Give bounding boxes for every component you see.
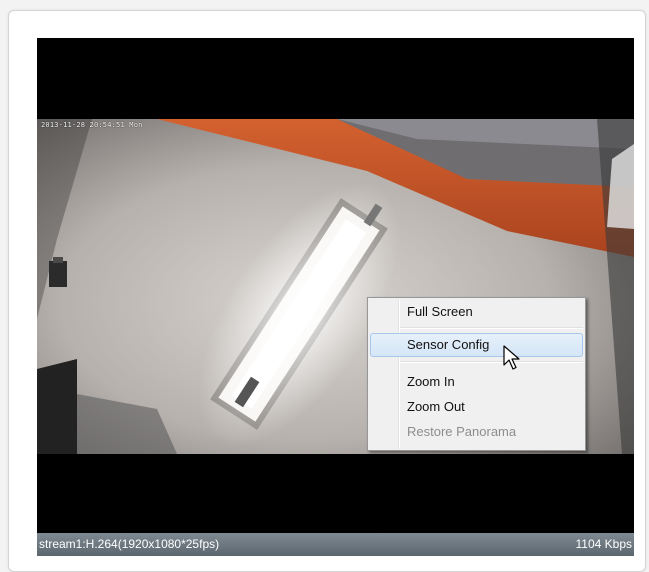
menu-item-restore-panorama: Restore Panorama [407, 424, 517, 439]
menu-item-sensor-config[interactable]: Sensor Config [370, 333, 583, 357]
stream-info: stream1:H.264(1920x1080*25fps) [39, 537, 220, 551]
osd-timestamp: 2013-11-28 20:54:51 Mon [41, 121, 143, 129]
status-bar: stream1:H.264(1920x1080*25fps) 1104 Kbps [37, 533, 634, 556]
menu-item-zoom-out[interactable]: Zoom Out [370, 395, 583, 419]
menu-separator [400, 327, 583, 329]
bitrate-readout: 1104 Kbps [575, 537, 633, 551]
context-menu: Full Screen Sensor Config Zoom In Zoom O… [367, 297, 586, 451]
pointer-cursor-icon [503, 345, 520, 370]
menu-item-zoom-in[interactable]: Zoom In [370, 370, 583, 394]
menu-separator [400, 361, 583, 363]
menu-item-full-screen[interactable]: Full Screen [370, 300, 583, 324]
